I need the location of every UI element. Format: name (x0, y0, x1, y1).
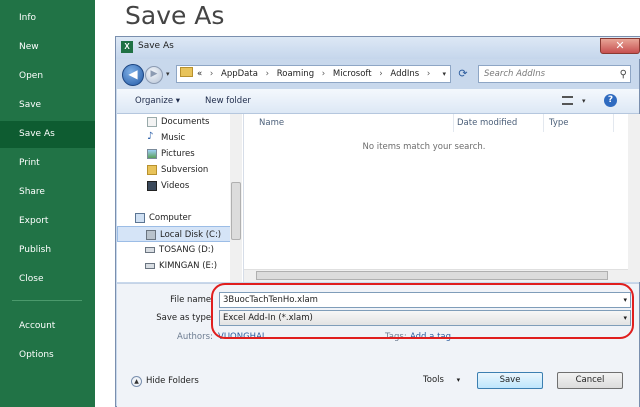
nav-subversion[interactable]: Subversion (117, 162, 231, 178)
excel-icon: X (121, 41, 133, 53)
nav-info[interactable]: Info (0, 5, 95, 32)
save-as-dialog: X Save As ✕ ◀ ▶ ▾ « › AppData › Roaming … (115, 36, 640, 407)
column-date-modified[interactable]: Date modified (452, 114, 544, 132)
save-form: File name: 3BuocTachTenHo.xlam ▾ Save as… (117, 283, 639, 407)
nav-documents[interactable]: Documents (117, 114, 231, 130)
address-dropdown[interactable]: ▾ (442, 66, 446, 82)
tags-label: Tags: (385, 332, 407, 342)
command-bar: Organize ▾ New folder ▾ ? (117, 89, 639, 114)
nav-save[interactable]: Save (0, 92, 95, 119)
navigation-pane: Documents ♪ Music Pictures Subversion Vi… (117, 114, 244, 282)
file-list: Name Date modified Type No items match y… (244, 114, 640, 282)
backstage-sidebar: Info New Open Save Save As Print Share E… (0, 0, 95, 407)
computer-icon (135, 213, 145, 223)
save-button[interactable]: Save (477, 372, 543, 389)
hide-folders-button[interactable]: ▲ Hide Folders (131, 376, 199, 387)
nav-open[interactable]: Open (0, 63, 95, 90)
breadcrumb-appdata[interactable]: AppData (221, 69, 258, 79)
vertical-scrollbar[interactable] (628, 114, 640, 282)
chevron-up-icon: ▲ (131, 376, 142, 387)
nav-videos[interactable]: Videos (117, 178, 231, 194)
column-name[interactable]: Name (254, 114, 454, 132)
view-options-icon[interactable] (562, 96, 573, 105)
close-button[interactable]: ✕ (600, 38, 640, 54)
refresh-icon: ⟳ (458, 67, 468, 80)
nav-local-disk-c[interactable]: Local Disk (C:) (117, 226, 231, 242)
nav-print[interactable]: Print (0, 150, 95, 177)
search-placeholder: Search AddIns (484, 69, 546, 79)
save-as-type-select[interactable]: Excel Add-In (*.xlam) ▾ (219, 310, 631, 326)
organize-button[interactable]: Organize ▾ (135, 89, 180, 113)
column-type[interactable]: Type (544, 114, 614, 132)
dialog-title: Save As (138, 41, 174, 51)
breadcrumb-microsoft[interactable]: Microsoft (333, 69, 372, 79)
recent-locations-dropdown[interactable]: ▾ (166, 70, 170, 78)
cancel-button[interactable]: Cancel (557, 372, 623, 389)
drive-icon (145, 263, 155, 269)
breadcrumb-roaming[interactable]: Roaming (277, 69, 314, 79)
tags-value[interactable]: Add a tag (410, 332, 451, 342)
breadcrumb-addins[interactable]: AddIns (390, 69, 419, 79)
music-icon: ♪ (147, 131, 154, 142)
nav-tosang-d[interactable]: TOSANG (D:) (117, 242, 231, 258)
nav-kimngan-e[interactable]: KIMNGAN (E:) (117, 258, 231, 274)
arrow-left-icon: ◀ (128, 67, 138, 81)
save-as-type-label: Save as type: (156, 313, 214, 323)
arrow-right-icon: ▶ (150, 69, 158, 79)
refresh-button[interactable]: ⟳ (454, 65, 472, 83)
sidebar-divider (12, 300, 82, 301)
nav-close[interactable]: Close (0, 266, 95, 293)
nav-scrollbar-thumb[interactable] (231, 182, 241, 240)
nav-computer[interactable]: Computer (117, 210, 231, 226)
horizontal-scrollbar-thumb[interactable] (256, 271, 608, 280)
nav-music[interactable]: ♪ Music (117, 130, 231, 146)
authors-label: Authors: (177, 332, 213, 342)
search-icon: ⚲ (619, 69, 627, 80)
view-dropdown[interactable]: ▾ (582, 89, 586, 113)
nav-export[interactable]: Export (0, 208, 95, 235)
nav-publish[interactable]: Publish (0, 237, 95, 264)
tools-button[interactable]: Tools ▾ (423, 375, 460, 385)
search-input[interactable]: Search AddIns ⚲ (478, 65, 631, 83)
new-folder-button[interactable]: New folder (205, 89, 251, 113)
dialog-titlebar[interactable]: X Save As ✕ (116, 37, 640, 59)
drive-icon (145, 247, 155, 253)
folder-icon (180, 67, 193, 77)
address-bar[interactable]: « › AppData › Roaming › Microsoft › AddI… (176, 65, 451, 83)
back-button[interactable]: ◀ (122, 64, 144, 86)
nav-account[interactable]: Account (0, 313, 95, 340)
authors-value[interactable]: VUONGHAI (218, 332, 264, 342)
file-name-field[interactable]: 3BuocTachTenHo.xlam ▾ (219, 292, 631, 308)
nav-share[interactable]: Share (0, 179, 95, 206)
pictures-icon (147, 149, 157, 159)
videos-icon (147, 181, 157, 191)
disk-icon (146, 230, 156, 240)
address-overflow[interactable]: « (197, 69, 202, 79)
chevron-down-icon[interactable]: ▾ (623, 293, 627, 307)
file-name-label: File name: (170, 295, 214, 305)
chevron-down-icon: ▾ (456, 376, 461, 384)
folder-icon (147, 165, 157, 175)
chevron-down-icon[interactable]: ▾ (623, 311, 627, 325)
nav-options[interactable]: Options (0, 342, 95, 369)
page-title: Save As (125, 1, 225, 30)
help-icon[interactable]: ? (604, 94, 617, 107)
nav-pictures[interactable]: Pictures (117, 146, 231, 162)
nav-save-as[interactable]: Save As (0, 121, 95, 148)
documents-icon (147, 117, 157, 127)
nav-new[interactable]: New (0, 34, 95, 61)
forward-button[interactable]: ▶ (145, 66, 163, 84)
empty-message: No items match your search. (362, 142, 486, 152)
